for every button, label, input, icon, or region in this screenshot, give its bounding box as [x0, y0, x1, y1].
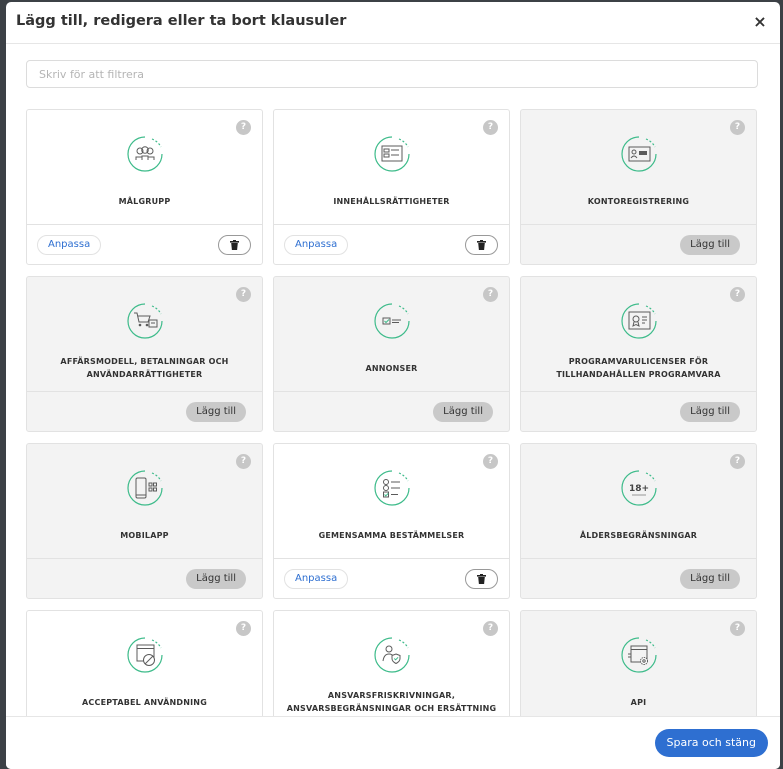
acceptable-use-icon	[125, 635, 165, 675]
clause-grid-scroll[interactable]: ? MÅLGRUPP Anpassa? INNEHÅLLSRÄTTIGHETER Anp…	[26, 109, 758, 716]
api-gear-icon	[619, 635, 659, 675]
content-rights-icon	[372, 134, 412, 174]
clause-card: ? AFFÄRSMODELL, BETALNINGAR OCH ANVÄNDARR…	[26, 276, 263, 432]
clause-card-body: ? MÅLGRUPP	[27, 110, 262, 225]
clauses-modal: Lägg till, redigera eller ta bort klausu…	[6, 2, 780, 769]
clause-card-body: ? PROGRAMVARULICENSER FÖR TILLHANDAHÅLLEN…	[521, 277, 756, 392]
account-registration-icon	[619, 134, 659, 174]
clause-card-actions: Anpassa	[27, 225, 262, 265]
clause-card-actions: Lägg till	[27, 559, 262, 599]
help-icon[interactable]: ?	[236, 287, 251, 302]
add-button[interactable]: Lägg till	[680, 235, 740, 255]
clause-card: ?ACCEPTABEL ANVÄNDNINGAnpassa	[26, 610, 263, 716]
clause-card-body: ? ANSVARSFRISKRIVNINGAR, ANSVARSBEGRÄNSNI…	[274, 611, 509, 716]
modal-footer: Spara och stäng	[6, 716, 780, 769]
save-and-close-button[interactable]: Spara och stäng	[654, 729, 768, 757]
shopping-cart-icon	[125, 301, 165, 341]
help-icon[interactable]: ?	[483, 120, 498, 135]
customize-button[interactable]: Anpassa	[284, 235, 349, 255]
help-icon[interactable]: ?	[483, 454, 498, 469]
clause-card-actions: Lägg till	[521, 559, 756, 599]
liability-shield-icon	[372, 635, 412, 675]
clause-card: ? ANSVARSFRISKRIVNINGAR, ANSVARSBEGRÄNSNI…	[273, 610, 510, 716]
customize-button[interactable]: Anpassa	[37, 235, 102, 255]
clause-card: ? INNEHÅLLSRÄTTIGHETER Anpassa	[273, 109, 510, 265]
clause-title: MOBILAPP	[120, 530, 169, 540]
clause-card-actions: Lägg till	[274, 392, 509, 432]
trash-icon	[477, 574, 486, 584]
clause-card: ? GEMENSAMMA BESTÄMMELSER Anpassa	[273, 443, 510, 599]
help-icon[interactable]: ?	[730, 621, 745, 636]
delete-button[interactable]	[465, 235, 498, 255]
close-icon[interactable]: ×	[752, 14, 768, 30]
delete-button[interactable]	[465, 569, 498, 589]
clause-title: INNEHÅLLSRÄTTIGHETER	[333, 196, 450, 206]
add-button[interactable]: Lägg till	[680, 402, 740, 422]
delete-button[interactable]	[218, 235, 251, 255]
ads-icon	[372, 301, 412, 341]
clause-card-body: ? MOBILAPP	[27, 444, 262, 559]
clause-card-actions: Lägg till	[27, 392, 262, 432]
clause-title: ACCEPTABEL ANVÄNDNING	[82, 697, 207, 707]
modal-title: Lägg till, redigera eller ta bort klausu…	[16, 13, 347, 29]
svg-text:18+: 18+	[628, 484, 648, 494]
clause-card-body: ? ANNONSER	[274, 277, 509, 392]
clause-card: ? MOBILAPP Lägg till	[26, 443, 263, 599]
help-icon[interactable]: ?	[483, 287, 498, 302]
clause-card-body: ? GEMENSAMMA BESTÄMMELSER	[274, 444, 509, 559]
clause-title: API	[630, 697, 647, 707]
clause-title: ANSVARSFRISKRIVNINGAR, ANSVARSBEGRÄNSNIN…	[286, 691, 497, 713]
help-icon[interactable]: ?	[483, 621, 498, 636]
clause-title: AFFÄRSMODELL, BETALNINGAR OCH ANVÄNDARRÄ…	[60, 357, 229, 379]
clause-card-actions: Lägg till	[521, 225, 756, 265]
clause-card-actions: Anpassa	[274, 559, 509, 599]
clause-card-body: ? AFFÄRSMODELL, BETALNINGAR OCH ANVÄNDARR…	[27, 277, 262, 392]
clause-card-actions: Anpassa	[274, 225, 509, 265]
help-icon[interactable]: ?	[730, 287, 745, 302]
clause-card-body: ? 18+ ÅLDERSBEGRÄNSNINGAR	[521, 444, 756, 559]
clause-card-body: ? INNEHÅLLSRÄTTIGHETER	[274, 110, 509, 225]
clause-card: ?APILägg till	[520, 610, 757, 716]
add-button[interactable]: Lägg till	[186, 402, 246, 422]
help-icon[interactable]: ?	[236, 120, 251, 135]
modal-header: Lägg till, redigera eller ta bort klausu…	[6, 2, 780, 44]
clause-card: ? ANNONSER Lägg till	[273, 276, 510, 432]
clause-title: ÅLDERSBEGRÄNSNINGAR	[579, 530, 698, 540]
clause-title: ANNONSER	[365, 363, 418, 373]
help-icon[interactable]: ?	[236, 621, 251, 636]
customize-button[interactable]: Anpassa	[284, 569, 349, 589]
filter-input[interactable]	[26, 60, 758, 88]
target-group-icon	[125, 134, 165, 174]
mobile-app-icon	[125, 468, 165, 508]
help-icon[interactable]: ?	[730, 120, 745, 135]
add-button[interactable]: Lägg till	[680, 569, 740, 589]
clause-card: ? KONTOREGISTRERING Lägg till	[520, 109, 757, 265]
clause-card: ? 18+ ÅLDERSBEGRÄNSNINGAR Lägg till	[520, 443, 757, 599]
clause-title: PROGRAMVARULICENSER FÖR TILLHANDAHÅLLEN …	[556, 357, 721, 379]
trash-icon	[230, 240, 239, 250]
clause-card-body: ? ACCEPTABEL ANVÄNDNING	[27, 611, 262, 716]
clause-title: KONTOREGISTRERING	[587, 196, 690, 206]
help-icon[interactable]: ?	[236, 454, 251, 469]
age-limit-icon: 18+	[619, 468, 659, 508]
clause-card: ? PROGRAMVARULICENSER FÖR TILLHANDAHÅLLEN…	[520, 276, 757, 432]
clause-card-body: ? API	[521, 611, 756, 716]
clause-card: ? MÅLGRUPP Anpassa	[26, 109, 263, 265]
software-license-icon	[619, 301, 659, 341]
add-button[interactable]: Lägg till	[433, 402, 493, 422]
clause-grid: ? MÅLGRUPP Anpassa? INNEHÅLLSRÄTTIGHETER Anp…	[26, 109, 758, 716]
clause-card-actions: Lägg till	[521, 392, 756, 432]
add-button[interactable]: Lägg till	[186, 569, 246, 589]
checklist-icon	[372, 468, 412, 508]
clause-title: MÅLGRUPP	[118, 196, 171, 206]
trash-icon	[477, 240, 486, 250]
clause-card-body: ? KONTOREGISTRERING	[521, 110, 756, 225]
help-icon[interactable]: ?	[730, 454, 745, 469]
clause-title: GEMENSAMMA BESTÄMMELSER	[318, 530, 465, 540]
